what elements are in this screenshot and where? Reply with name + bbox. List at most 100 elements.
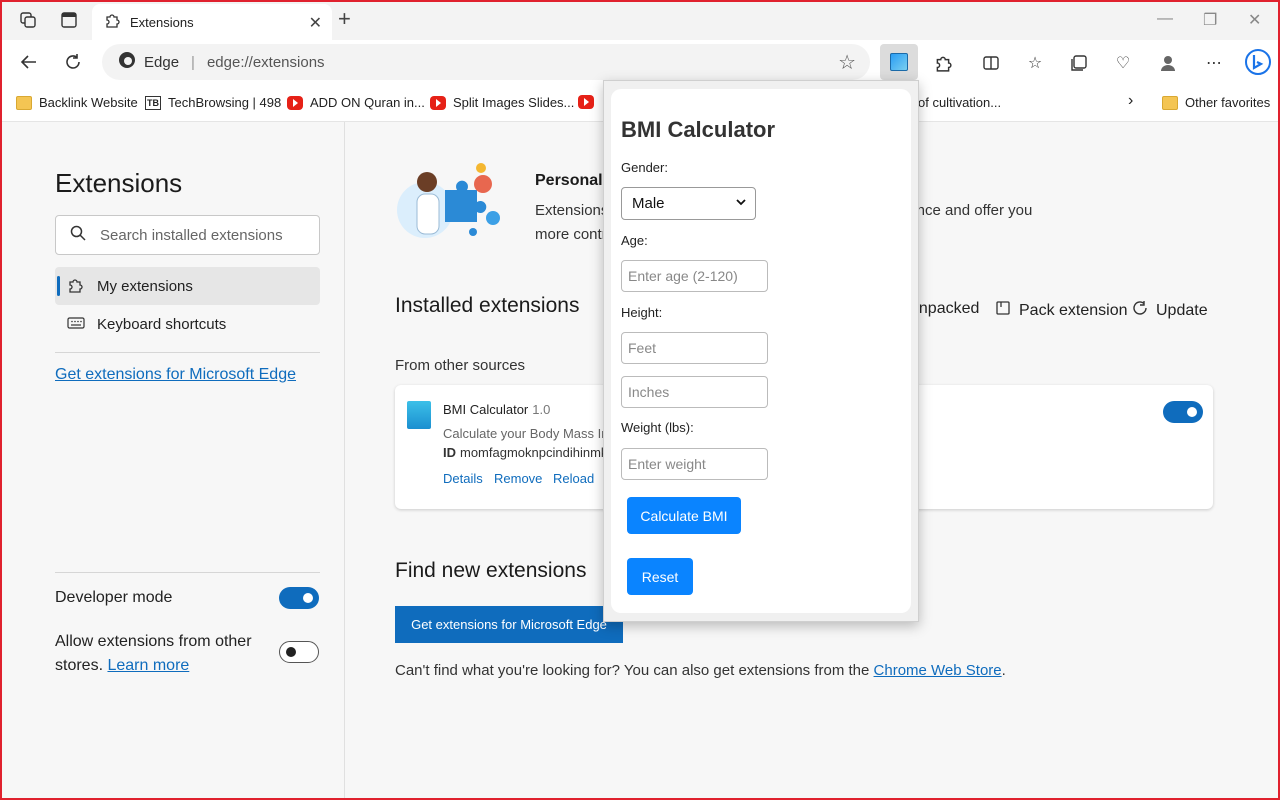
learn-more-link[interactable]: Learn more [107, 657, 189, 674]
popup-title: BMI Calculator [621, 117, 776, 142]
reset-button[interactable]: Reset [627, 558, 693, 595]
extensions-illustration [395, 160, 515, 250]
favorite-item[interactable] [578, 95, 601, 109]
close-window-button[interactable]: ✕ [1248, 10, 1261, 30]
address-bar[interactable]: Edge | edge://extensions ☆ [102, 44, 870, 80]
tab-extensions[interactable]: Extensions ✕ [92, 4, 332, 40]
tab-title: Extensions [130, 14, 194, 30]
back-button[interactable] [17, 50, 41, 74]
divider [55, 352, 320, 353]
sidebar-item-label: Keyboard shortcuts [97, 315, 227, 333]
pack-extension-label: Pack extension [1019, 301, 1128, 319]
sidebar-item-my-extensions[interactable]: My extensions [55, 267, 320, 305]
gender-value: Male [632, 195, 665, 212]
developer-mode-toggle[interactable] [279, 587, 319, 609]
hero-text: ience and offer you [905, 202, 1033, 219]
tab-actions-icon[interactable] [57, 8, 81, 32]
favorites-icon[interactable]: ☆ [1022, 50, 1048, 76]
sidebar: Extensions Search installed extensions M… [0, 122, 345, 800]
bmi-calculator-popup: BMI Calculator Gender: Male Age: Enter a… [611, 89, 911, 613]
gender-label: Gender: [621, 160, 668, 175]
sidebar-item-keyboard-shortcuts[interactable]: Keyboard shortcuts [55, 305, 320, 343]
age-input[interactable]: Enter age (2-120) [621, 260, 768, 292]
chevron-right-icon[interactable]: › [1128, 92, 1133, 110]
extensions-icon[interactable] [930, 50, 956, 76]
other-favorites-label: Other favorites [1185, 95, 1271, 110]
height-label: Height: [621, 305, 663, 320]
copilot-icon[interactable] [1242, 44, 1274, 80]
inches-input[interactable]: Inches [621, 376, 768, 408]
feet-input[interactable]: Feet [621, 332, 768, 364]
bmi-extension-icon [407, 401, 431, 429]
find-new-extensions-title: Find new extensions [395, 559, 587, 582]
other-favorites[interactable]: Other favorites [1162, 95, 1270, 110]
minimize-button[interactable]: — [1157, 10, 1173, 28]
feet-placeholder: Feet [628, 340, 657, 356]
tab-strip: Extensions ✕ + — ❐ ✕ [0, 0, 1280, 40]
folder-icon [16, 95, 32, 110]
get-extensions-link[interactable]: Get extensions for Microsoft Edge [55, 366, 296, 384]
page-title: Extensions [55, 168, 183, 198]
weight-input[interactable]: Enter weight [621, 448, 768, 480]
favorite-label: TechBrowsing | 498 [168, 95, 282, 110]
bmi-extension-button[interactable] [880, 44, 918, 80]
extension-description: Calculate your Body Mass Inde [443, 426, 608, 441]
favorite-item[interactable]: TB TechBrowsing | 498 [145, 95, 281, 110]
age-label: Age: [621, 233, 648, 248]
new-tab-button[interactable]: + [338, 8, 351, 30]
browser-essentials-icon[interactable]: ♡ [1110, 50, 1136, 76]
youtube-icon [578, 95, 594, 109]
favorite-item[interactable]: Split Images Slides... [430, 95, 574, 110]
extension-name-text: BMI Calculator [443, 402, 529, 417]
chrome-web-store-link[interactable]: Chrome Web Store [874, 662, 1002, 679]
reload-link[interactable]: Reload [553, 471, 594, 486]
period: . [1001, 662, 1006, 679]
pack-extension-button[interactable]: Pack extension [995, 300, 1128, 321]
extension-name: BMI Calculator 1.0 [443, 402, 550, 417]
favorite-item[interactable]: Backlink Website [16, 95, 138, 110]
remove-link[interactable]: Remove [494, 471, 542, 486]
hero-text: Extensions [535, 202, 609, 219]
edge-logo-icon [118, 51, 136, 73]
profile-avatar[interactable] [1155, 50, 1181, 76]
id-label: ID [443, 445, 456, 460]
collections-icon[interactable] [1066, 50, 1092, 76]
from-other-sources-label: From other sources [395, 357, 526, 374]
favorite-item[interactable]: of cultivation... [918, 95, 1001, 110]
hero-title: Personali [535, 172, 608, 189]
inches-placeholder: Inches [628, 384, 670, 400]
calculate-bmi-button[interactable]: Calculate BMI [627, 497, 741, 534]
settings-more-icon[interactable]: ⋯ [1201, 50, 1227, 76]
split-screen-icon[interactable] [978, 50, 1004, 76]
favorite-item[interactable]: ADD ON Quran in... [287, 95, 425, 110]
restore-button[interactable]: ❐ [1203, 10, 1217, 30]
extension-enable-toggle[interactable] [1163, 401, 1203, 423]
allow-other-stores-toggle[interactable] [279, 641, 319, 663]
extension-id: ID momfagmoknpcindihinmkb [443, 445, 608, 460]
favorite-star-icon[interactable]: ☆ [838, 50, 856, 75]
toolbar: Edge | edge://extensions ☆ ☆ ♡ ⋯ [0, 40, 1280, 84]
get-extensions-button[interactable]: Get extensions for Microsoft Edge [395, 606, 623, 643]
installed-extensions-title: Installed extensions [395, 294, 580, 317]
keyboard-icon [67, 316, 85, 333]
weight-placeholder: Enter weight [628, 456, 706, 472]
pack-icon [995, 300, 1011, 321]
age-placeholder: Enter age (2-120) [628, 268, 738, 284]
update-button[interactable]: Update [1132, 300, 1208, 321]
workspaces-icon[interactable] [16, 8, 40, 32]
folder-icon [1162, 95, 1178, 110]
details-link[interactable]: Details [443, 471, 483, 486]
search-input[interactable]: Search installed extensions [55, 215, 320, 255]
hero-text: more contr [535, 226, 607, 243]
extension-version: 1.0 [532, 402, 551, 417]
address-separator: | [191, 53, 195, 71]
favorite-label: ADD ON Quran in... [310, 95, 425, 110]
gender-select[interactable]: Male [621, 187, 756, 220]
search-icon [70, 225, 86, 245]
refresh-button[interactable] [61, 50, 85, 74]
url-text[interactable]: edge://extensions [207, 54, 325, 71]
load-unpacked-button[interactable]: unpacked [910, 300, 979, 318]
close-tab-icon[interactable]: ✕ [309, 13, 322, 33]
cant-find-text: Can't find what you're looking for? You … [395, 662, 1006, 679]
weight-label: Weight (lbs): [621, 420, 694, 435]
